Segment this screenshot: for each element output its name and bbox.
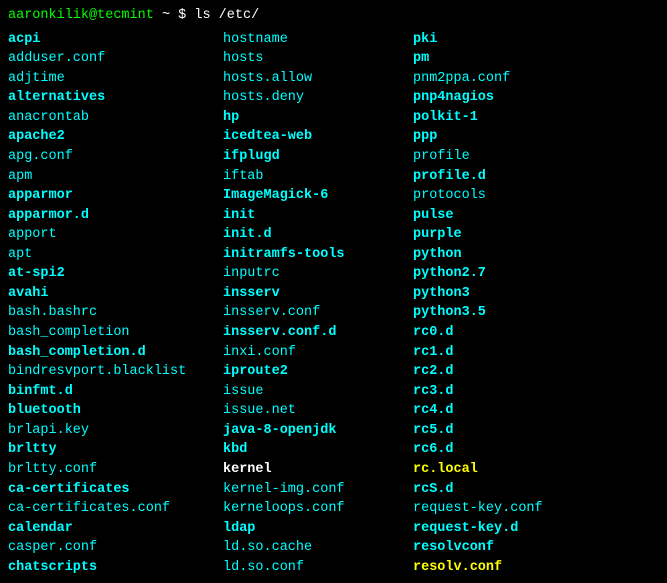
file-item: hostname xyxy=(223,30,413,50)
file-item: rc6.d xyxy=(413,440,659,460)
file-listing: acpihostnamepki adduser.confhostspm adjtim… xyxy=(8,30,659,578)
file-item: purple xyxy=(413,225,659,245)
file-item: issue.net xyxy=(223,401,413,421)
prompt-host: tecmint xyxy=(97,8,154,23)
file-item: ppp xyxy=(413,127,659,147)
file-item: issue xyxy=(223,382,413,402)
file-item: calendar xyxy=(8,519,223,539)
file-item: rc.local xyxy=(413,460,659,480)
file-item: inxi.conf xyxy=(223,343,413,363)
file-item: rc4.d xyxy=(413,401,659,421)
file-item: acpi xyxy=(8,30,223,50)
file-item: apg.conf xyxy=(8,147,223,167)
file-item: rc5.d xyxy=(413,421,659,441)
file-item: pulse xyxy=(413,206,659,226)
file-item: request-key.conf xyxy=(413,499,659,519)
file-item: insserv.conf.d xyxy=(223,323,413,343)
file-item: profile xyxy=(413,147,659,167)
file-item: ifplugd xyxy=(223,147,413,167)
file-item: ca-certificates xyxy=(8,480,223,500)
file-item: brlapi.key xyxy=(8,421,223,441)
file-item: bash_completion xyxy=(8,323,223,343)
file-item: at-spi2 xyxy=(8,264,223,284)
file-item: kernel-img.conf xyxy=(223,480,413,500)
prompt-user: aaronkilik xyxy=(8,8,89,23)
file-item: initramfs-tools xyxy=(223,245,413,265)
file-item: init xyxy=(223,206,413,226)
file-item: hosts.deny xyxy=(223,88,413,108)
file-item: pnp4nagios xyxy=(413,88,659,108)
file-item: apparmor xyxy=(8,186,223,206)
file-item: python xyxy=(413,245,659,265)
file-item: kerneloops.conf xyxy=(223,499,413,519)
file-item: bash.bashrc xyxy=(8,303,223,323)
file-item: inputrc xyxy=(223,264,413,284)
prompt-separator: ~ $ xyxy=(154,8,195,23)
file-item: apparmor.d xyxy=(8,206,223,226)
file-item: chatscripts xyxy=(8,558,223,578)
file-item: python3 xyxy=(413,284,659,304)
file-item: avahi xyxy=(8,284,223,304)
file-item: kernel xyxy=(223,460,413,480)
prompt-at: @ xyxy=(89,8,97,23)
file-item: polkit-1 xyxy=(413,108,659,128)
file-item: casper.conf xyxy=(8,538,223,558)
file-item: resolvconf xyxy=(413,538,659,558)
file-item: ldap xyxy=(223,519,413,539)
file-item: brltty.conf xyxy=(8,460,223,480)
file-item: ca-certificates.conf xyxy=(8,499,223,519)
file-item: init.d xyxy=(223,225,413,245)
terminal-window: aaronkilik@tecmint ~ $ ls /etc/ acpihost… xyxy=(8,6,659,577)
file-item: brltty xyxy=(8,440,223,460)
prompt-command: ls /etc/ xyxy=(194,8,259,23)
file-item: hp xyxy=(223,108,413,128)
file-item: ImageMagick-6 xyxy=(223,186,413,206)
file-item: rcS.d xyxy=(413,480,659,500)
file-item: kbd xyxy=(223,440,413,460)
file-item: icedtea-web xyxy=(223,127,413,147)
file-item: anacrontab xyxy=(8,108,223,128)
file-item: pm xyxy=(413,49,659,69)
file-item: rc3.d xyxy=(413,382,659,402)
file-item: resolv.conf xyxy=(413,558,659,578)
file-item: pnm2ppa.conf xyxy=(413,69,659,89)
file-item: bash_completion.d xyxy=(8,343,223,363)
file-item: request-key.d xyxy=(413,519,659,539)
file-item: hosts xyxy=(223,49,413,69)
prompt-line: aaronkilik@tecmint ~ $ ls /etc/ xyxy=(8,6,659,26)
file-item: insserv.conf xyxy=(223,303,413,323)
file-item: iftab xyxy=(223,167,413,187)
file-item: pki xyxy=(413,30,659,50)
file-item: ld.so.cache xyxy=(223,538,413,558)
file-item: profile.d xyxy=(413,167,659,187)
file-item: insserv xyxy=(223,284,413,304)
file-item: bluetooth xyxy=(8,401,223,421)
file-item: apt xyxy=(8,245,223,265)
file-item: iproute2 xyxy=(223,362,413,382)
file-item: hosts.allow xyxy=(223,69,413,89)
file-item: rc0.d xyxy=(413,323,659,343)
file-item: ld.so.conf xyxy=(223,558,413,578)
file-item: java-8-openjdk xyxy=(223,421,413,441)
file-item: protocols xyxy=(413,186,659,206)
file-item: python3.5 xyxy=(413,303,659,323)
file-item: apport xyxy=(8,225,223,245)
file-item: rc2.d xyxy=(413,362,659,382)
file-item: binfmt.d xyxy=(8,382,223,402)
file-item: apm xyxy=(8,167,223,187)
file-item: python2.7 xyxy=(413,264,659,284)
file-item: bindresvport.blacklist xyxy=(8,362,223,382)
file-item: adduser.conf xyxy=(8,49,223,69)
file-item: apache2 xyxy=(8,127,223,147)
file-item: rc1.d xyxy=(413,343,659,363)
file-item: adjtime xyxy=(8,69,223,89)
file-item: alternatives xyxy=(8,88,223,108)
